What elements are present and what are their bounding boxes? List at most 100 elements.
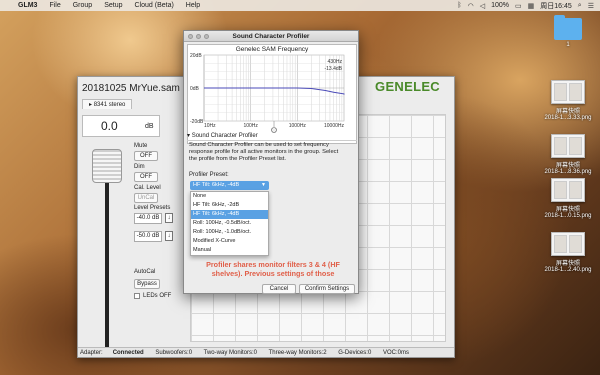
desktop-file-name: 屏幕快照 [555, 163, 580, 169]
y-tick-label: 20dB [190, 53, 202, 59]
preset-option-hf-tilt-4[interactable]: HF Tilt: 6kHz, -4dB [191, 210, 268, 219]
leds-off-checkbox[interactable] [134, 293, 140, 299]
x-tick-label: 1000Hz [289, 123, 307, 129]
status-adapter-label: Adapter: [80, 350, 103, 356]
screenshot-thumbnail-icon [551, 134, 585, 158]
store-preset-2-icon[interactable]: ↓ [165, 231, 173, 241]
confirm-settings-button[interactable]: Confirm Settings [299, 284, 355, 294]
dialog-titlebar: Sound Character Profiler [184, 31, 358, 42]
desktop-file-name-2: 2018-1...8.36.png [544, 169, 592, 175]
cal-level-button[interactable]: UnCal [134, 193, 158, 203]
profiler-section-header[interactable]: ▾ Sound Character Profiler [187, 131, 357, 141]
cursor-readout: 430Hz [328, 59, 343, 65]
screenshot-thumbnail-icon [551, 80, 585, 104]
store-preset-1-icon[interactable]: ↓ [165, 213, 173, 223]
cursor-readout: -13.4dB [324, 66, 342, 72]
desktop-file-name: 屏幕快照 [555, 261, 580, 267]
mute-button[interactable]: OFF [134, 151, 158, 161]
desktop-file-3[interactable]: 屏幕快照 2018-1...0.15.png [540, 178, 596, 219]
preset-option-roll-05[interactable]: Roll: 100Hz, -0.5dB/oct. [191, 219, 268, 228]
control-panel: 0.0 dB Mute OFF Dim OFF Cal. Level UnCal… [82, 109, 184, 355]
menu-bar: GLM3 File Group Setup Cloud (Beta) Help … [0, 0, 600, 11]
mute-label: Mute [134, 143, 148, 149]
desktop-folder[interactable]: 1 [540, 15, 596, 48]
preset-select-value: HF Tilt: 6kHz, -4dB [193, 182, 240, 188]
level-preset-2[interactable]: -50.0 dB [134, 231, 162, 242]
profiler-preset-label: Profiler Preset: [189, 172, 229, 178]
status-bar: Adapter: Connected Subwoofers:0 Two-way M… [78, 347, 454, 357]
bluetooth-icon[interactable]: ᛒ [457, 2, 461, 9]
menu-file[interactable]: File [49, 2, 60, 9]
screenshot-thumbnail-icon [551, 232, 585, 256]
preset-option-roll-10[interactable]: Roll: 100Hz, -1.0dB/oct. [191, 228, 268, 237]
clock[interactable]: 周日16:45 [540, 1, 572, 11]
volume-fader-track[interactable] [105, 183, 109, 355]
preset-option-none[interactable]: None [191, 192, 268, 201]
desktop-file-4[interactable]: 屏幕快照 2018-1...2.40.png [540, 232, 596, 273]
status-two-way: Two-way Monitors:0 [203, 350, 257, 356]
volume-unit: dB [145, 123, 154, 130]
leds-off-label: LEDs OFF [143, 293, 172, 299]
status-adapter-value: Connected [112, 350, 144, 356]
screenshot-thumbnail-icon [551, 178, 585, 202]
status-g-devices: G-Devices:0 [338, 350, 372, 356]
y-tick-label: 0dB [190, 86, 200, 92]
desktop-file-name-2: 2018-1...2.40.png [544, 267, 592, 273]
search-icon[interactable]: ⌕ [578, 2, 582, 10]
desktop-file-name-2: 2018-1...3.33.png [544, 115, 592, 121]
genelec-logo: GENELEC [375, 79, 440, 94]
cal-level-label: Cal. Level [134, 185, 161, 191]
preset-option-hf-tilt-2[interactable]: HF Tilt: 6kHz, -2dB [191, 201, 268, 210]
profiler-section-title: Sound Character Profiler [191, 133, 258, 139]
desktop-file-1[interactable]: 屏幕快照 2018-1...3.33.png [540, 80, 596, 121]
preset-option-manual[interactable]: Manual [191, 246, 268, 255]
menu-cloud[interactable]: Cloud (Beta) [135, 2, 174, 9]
window-controls [188, 34, 209, 39]
chart-title: Genelec SAM Frequency [235, 46, 309, 53]
menu-group[interactable]: Group [73, 2, 92, 9]
status-subwoofers: Subwoofers:0 [155, 350, 193, 356]
folder-icon [554, 15, 582, 40]
status-three-way: Three-way Monitors:2 [268, 350, 327, 356]
frequency-chart: 10Hz 100Hz 1000Hz 10000Hz 20dB 0dB -20dB 430Hz -… [187, 44, 357, 144]
tab-group-label: 8341 stereo [93, 102, 126, 108]
dialog-title: Sound Character Profiler [232, 33, 310, 40]
volume-value: 0.0 [101, 119, 118, 133]
notification-center-icon[interactable]: ☰ [588, 2, 594, 10]
flag-icon[interactable]: ▦ [528, 2, 535, 10]
menu-setup[interactable]: Setup [104, 2, 122, 9]
tab-group[interactable]: ▸ 8341 stereo [82, 99, 133, 109]
profiler-warning: Profiler shares monitor filters 3 & 4 (H… [206, 260, 340, 278]
volume-fader-knob[interactable] [92, 149, 122, 183]
desktop-file-2[interactable]: 屏幕快照 2018-1...8.36.png [540, 134, 596, 175]
wifi-icon[interactable]: ◠ [468, 2, 474, 10]
x-tick-label: 100Hz [243, 123, 258, 129]
autocal-label: AutoCal [134, 269, 156, 275]
close-icon[interactable] [188, 34, 193, 39]
preset-dropdown-list: None HF Tilt: 6kHz, -2dB HF Tilt: 6kHz, … [190, 191, 269, 256]
dim-button[interactable]: OFF [134, 172, 158, 182]
profiler-description: Sound Character Profiler can be used to … [189, 142, 339, 163]
status-voc: VOC:0ms [382, 350, 409, 356]
menu-app-name[interactable]: GLM3 [18, 2, 37, 9]
bypass-button[interactable]: Bypass [134, 279, 160, 289]
battery-percent[interactable]: 100% [491, 2, 509, 9]
dim-label: Dim [134, 164, 145, 170]
status-tray: ᛒ ◠ ◁ 100% ▭ ▦ 周日16:45 ⌕ ☰ [457, 0, 594, 11]
volume-icon[interactable]: ◁ [480, 2, 485, 10]
preset-option-x-curve[interactable]: Modified X-Curve [191, 237, 268, 246]
desktop-file-name: 屏幕快照 [555, 207, 580, 213]
sound-character-profiler-dialog: Sound Character Profiler 10Hz 100Hz 1000Hz… [183, 30, 359, 294]
level-preset-1[interactable]: -40.0 dB [134, 213, 162, 224]
desktop-file-name: 屏幕快照 [555, 109, 580, 115]
cancel-button[interactable]: Cancel [262, 284, 296, 294]
battery-icon[interactable]: ▭ [515, 2, 522, 10]
menu-help[interactable]: Help [186, 2, 200, 9]
zoom-icon[interactable] [204, 34, 209, 39]
desktop-folder-label: 1 [566, 42, 570, 48]
chevron-down-icon: ▼ [261, 182, 266, 188]
minimize-icon[interactable] [196, 34, 201, 39]
profiler-preset-select[interactable]: HF Tilt: 6kHz, -4dB ▼ [190, 181, 269, 190]
desktop-file-name-2: 2018-1...0.15.png [544, 213, 592, 219]
x-tick-label: 10Hz [204, 123, 216, 129]
